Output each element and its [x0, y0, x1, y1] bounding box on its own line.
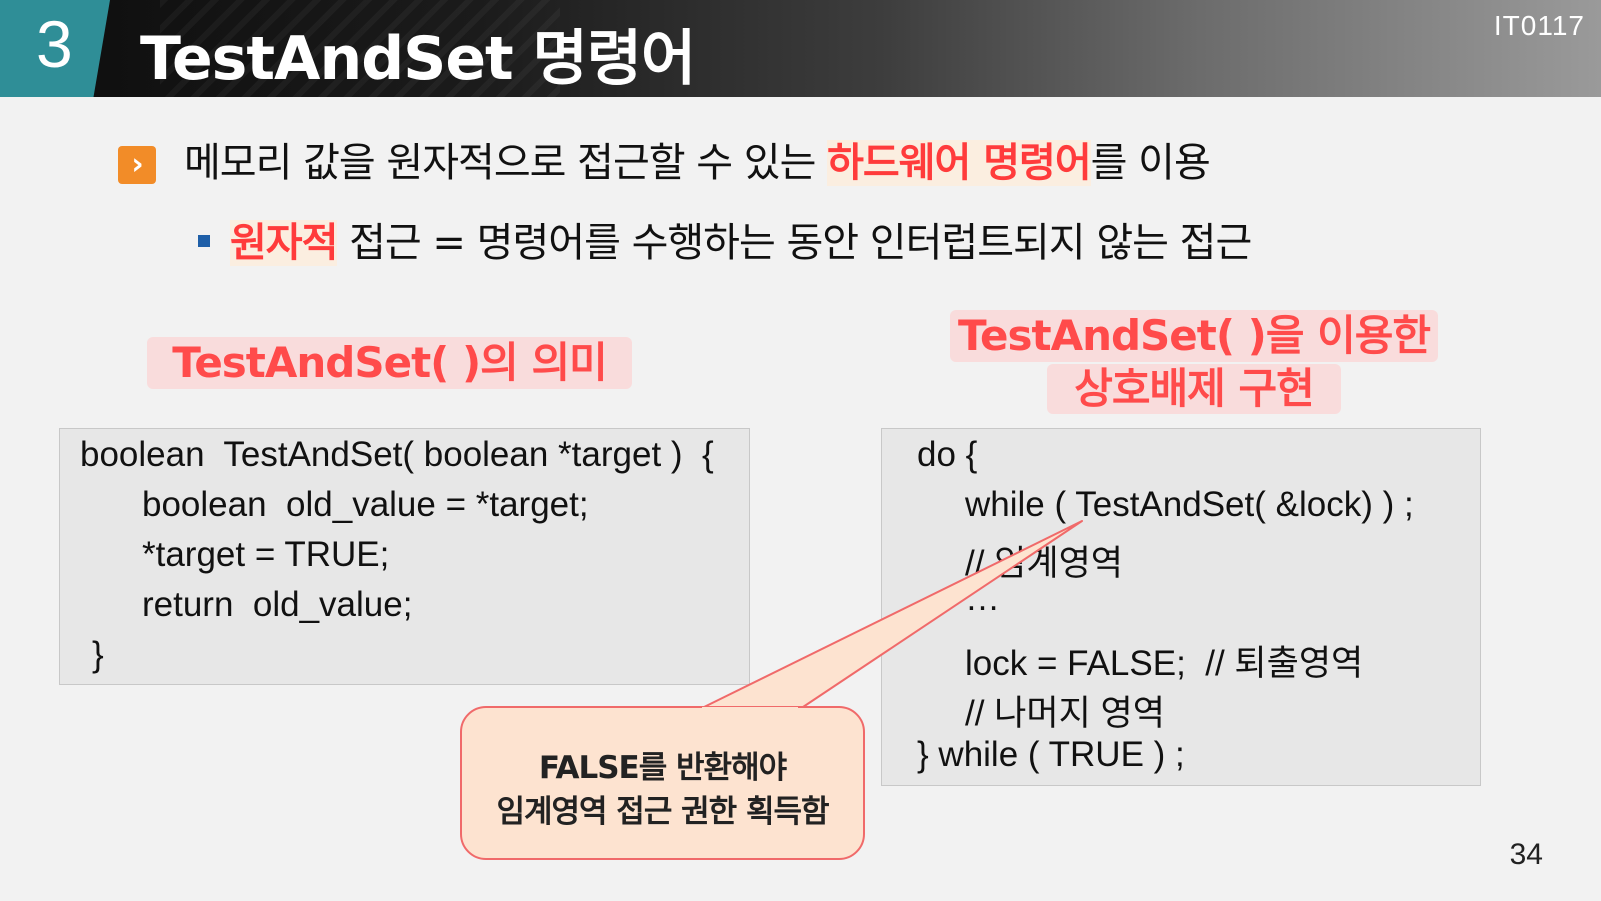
callout-pointer-seam: [702, 707, 798, 711]
page-number: 34: [1509, 838, 1543, 871]
